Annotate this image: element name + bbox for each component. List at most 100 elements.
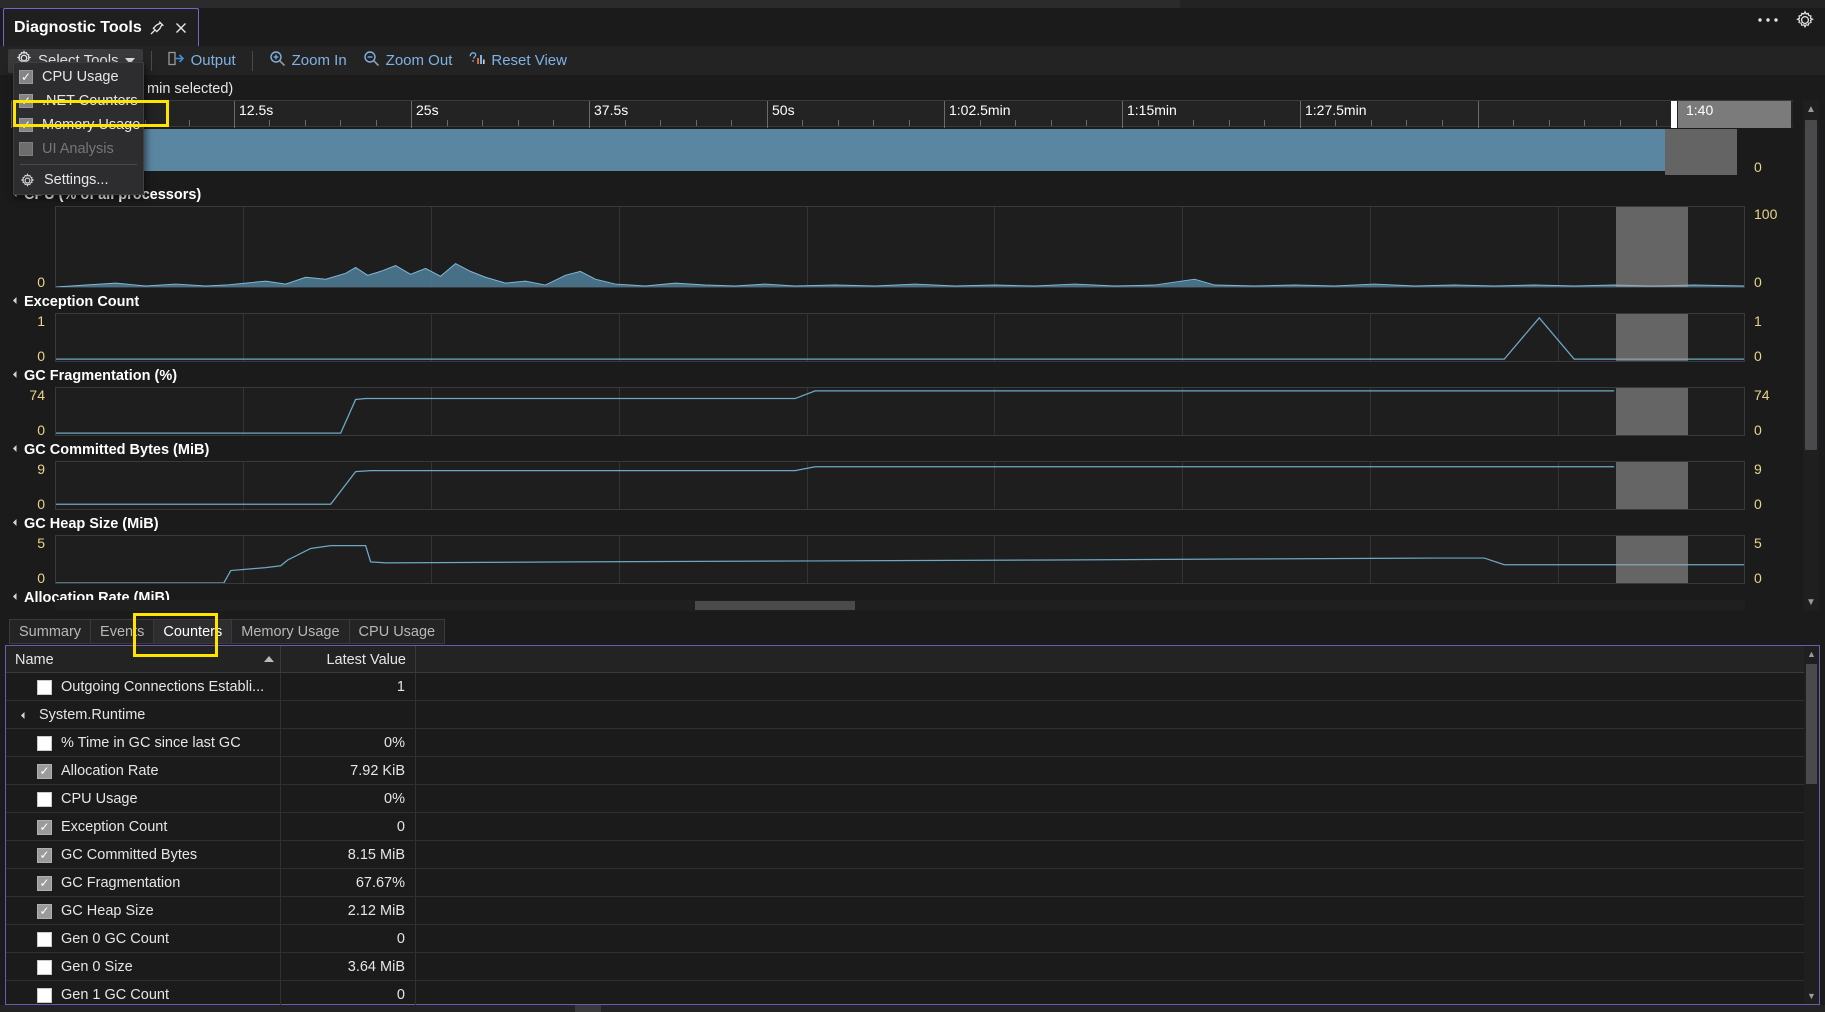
column-header-latest-value[interactable]: Latest Value — [281, 646, 416, 673]
row-name-cell[interactable]: System.Runtime — [6, 701, 281, 729]
plot-gc-heap-size[interactable] — [55, 535, 1745, 584]
menu-item-net-counters[interactable]: ✓ .NET Counters — [14, 89, 143, 113]
grid-scroll-thumb[interactable] — [1806, 664, 1817, 784]
reset-view-button[interactable]: Reset View — [460, 48, 575, 73]
table-row[interactable]: Gen 0 Size 3.64 MiB — [6, 953, 1819, 981]
graphs-hscroll-thumb[interactable] — [695, 601, 855, 610]
table-row-group[interactable]: System.Runtime — [6, 701, 1819, 729]
table-row[interactable]: Outgoing Connections Establi... 1 — [6, 673, 1819, 701]
table-row[interactable]: ✓ GC Heap Size 2.12 MiB — [6, 897, 1819, 925]
tab-summary[interactable]: Summary — [9, 619, 90, 644]
menu-item-memory-usage[interactable]: ✓ Memory Usage — [14, 113, 143, 137]
close-icon[interactable] — [173, 19, 190, 37]
ellipsis-icon[interactable] — [1757, 16, 1779, 24]
grid-vertical-scrollbar[interactable]: ▲ ▼ — [1804, 646, 1819, 1004]
checkbox-checked-icon[interactable]: ✓ — [37, 848, 52, 863]
table-row[interactable]: Gen 0 GC Count 0 — [6, 925, 1819, 953]
row-name-cell[interactable]: ✓ Allocation Rate — [6, 757, 281, 785]
row-name-cell[interactable]: ✓ GC Heap Size — [6, 897, 281, 925]
checkbox-unchecked-icon[interactable] — [37, 932, 52, 947]
plot-cpu[interactable] — [55, 206, 1745, 288]
zoom-out-button[interactable]: Zoom Out — [355, 48, 461, 74]
tab-label: Counters — [163, 624, 222, 640]
collapse-triangle-icon[interactable] — [13, 297, 20, 304]
scroll-up-icon[interactable]: ▲ — [1803, 100, 1819, 118]
graph-row-cpu[interactable]: 0 100 0 — [5, 204, 1820, 292]
checkbox-unchecked-icon[interactable] — [37, 792, 52, 807]
titlebar-actions — [1757, 10, 1815, 30]
grid-header: Name Latest Value — [6, 646, 1819, 673]
row-name-label: GC Fragmentation — [61, 875, 180, 891]
plot-process-memory[interactable] — [55, 129, 1745, 175]
row-name-cell[interactable]: ✓ Exception Count — [6, 813, 281, 841]
table-row[interactable]: ✓ GC Committed Bytes 8.15 MiB — [6, 841, 1819, 869]
zoom-in-button[interactable]: Zoom In — [261, 48, 355, 74]
row-name-cell[interactable]: % Time in GC since last GC — [6, 729, 281, 757]
graph-row-gc-fragmentation[interactable]: 74 0 74 0 — [5, 385, 1820, 440]
row-name-cell[interactable]: ✓ GC Committed Bytes — [6, 841, 281, 869]
menu-item-settings[interactable]: Settings... — [14, 168, 143, 192]
plot-gc-committed-bytes[interactable] — [55, 461, 1745, 510]
row-name-cell[interactable]: ✓ GC Fragmentation — [6, 869, 281, 897]
graph-row-title-gc-heap-size[interactable]: GC Heap Size (MiB) — [5, 514, 1820, 533]
collapse-triangle-icon[interactable] — [21, 711, 28, 718]
checkbox-checked-icon[interactable]: ✓ — [37, 904, 52, 919]
checkbox-unchecked-icon[interactable] — [37, 736, 52, 751]
timeline-ruler[interactable]: 12.5s 25s 37.5s 50s 1:02.5min 1:15min 1:… — [11, 100, 1793, 127]
tab-memory-usage[interactable]: Memory Usage — [231, 619, 348, 644]
graphs-scroll-thumb[interactable] — [1805, 120, 1817, 450]
checkbox-checked-icon[interactable]: ✓ — [19, 94, 33, 108]
tab-counters[interactable]: Counters — [153, 619, 231, 644]
graph-row-gc-heap-size[interactable]: 5 0 5 0 — [5, 533, 1820, 588]
plot-gc-fragmentation[interactable] — [55, 387, 1745, 436]
gear-icon[interactable] — [1795, 10, 1815, 30]
menu-item-cpu-usage[interactable]: ✓ CPU Usage — [14, 65, 143, 89]
plot-exception-count[interactable] — [55, 313, 1745, 362]
scroll-down-icon[interactable]: ▼ — [1804, 988, 1819, 1004]
graph-row-exception-count[interactable]: 1 0 1 0 — [5, 311, 1820, 366]
graph-row-title-exception-count[interactable]: Exception Count — [5, 292, 1820, 311]
collapse-triangle-icon[interactable] — [13, 371, 20, 378]
collapse-triangle-icon[interactable] — [13, 519, 20, 526]
graph-row-gc-committed-bytes[interactable]: 9 0 9 0 — [5, 459, 1820, 514]
checkbox-checked-icon[interactable]: ✓ — [37, 764, 52, 779]
checkbox-unchecked-icon[interactable] — [37, 988, 52, 1003]
checkbox-unchecked-icon[interactable] — [37, 680, 52, 695]
graph-row-process-memory[interactable]: 0 0 — [5, 127, 1820, 191]
tab-cpu-usage[interactable]: CPU Usage — [349, 619, 446, 644]
row-name-cell[interactable]: Gen 0 GC Count — [6, 925, 281, 953]
document-tab-diagnostic-tools[interactable]: Diagnostic Tools — [3, 8, 199, 46]
row-name-cell[interactable]: Outgoing Connections Establi... — [6, 673, 281, 701]
graphs-vertical-scrollbar[interactable]: ▲ ▼ — [1803, 100, 1819, 611]
checkbox-unchecked-icon[interactable] — [37, 960, 52, 975]
table-row[interactable]: CPU Usage 0% — [6, 785, 1819, 813]
y-axis-left-gc-fragmentation: 74 0 — [5, 385, 49, 440]
scroll-down-icon[interactable]: ▼ — [1803, 593, 1819, 611]
pin-icon[interactable] — [149, 19, 166, 37]
y-axis-right-process-memory: 0 — [1750, 127, 1810, 191]
row-name-cell[interactable]: CPU Usage — [6, 785, 281, 813]
table-row[interactable]: % Time in GC since last GC 0% — [6, 729, 1819, 757]
table-row[interactable]: ✓ Exception Count 0 — [6, 813, 1819, 841]
checkbox-checked-icon[interactable]: ✓ — [19, 70, 33, 84]
row-name-cell[interactable]: Gen 0 Size — [6, 953, 281, 981]
collapse-triangle-icon[interactable] — [13, 593, 20, 600]
ruler-tick-7: 1:40 — [1682, 102, 1713, 118]
ruler-tick-5: 1:15min — [1123, 102, 1177, 118]
output-button[interactable]: Output — [160, 49, 244, 73]
column-header-name[interactable]: Name — [6, 646, 281, 673]
y-axis-right-gc-heap-size: 5 0 — [1750, 533, 1810, 588]
select-tools-menu[interactable]: ✓ CPU Usage ✓ .NET Counters ✓ Memory Usa… — [13, 62, 144, 195]
graph-row-title-gc-fragmentation[interactable]: GC Fragmentation (%) — [5, 366, 1820, 385]
checkbox-checked-icon[interactable]: ✓ — [37, 876, 52, 891]
checkbox-checked-icon[interactable]: ✓ — [19, 118, 33, 132]
checkbox-checked-icon[interactable]: ✓ — [37, 820, 52, 835]
graphs-horizontal-scrollbar[interactable] — [55, 600, 1745, 611]
collapse-triangle-icon[interactable] — [13, 445, 20, 452]
graph-row-title-gc-committed-bytes[interactable]: GC Committed Bytes (MiB) — [5, 440, 1820, 459]
table-row[interactable]: ✓ Allocation Rate 7.92 KiB — [6, 757, 1819, 785]
table-row[interactable]: ✓ GC Fragmentation 67.67% — [6, 869, 1819, 897]
series-gc-fragmentation — [56, 388, 1744, 435]
scroll-up-icon[interactable]: ▲ — [1804, 646, 1819, 662]
tab-events[interactable]: Events — [90, 619, 153, 644]
